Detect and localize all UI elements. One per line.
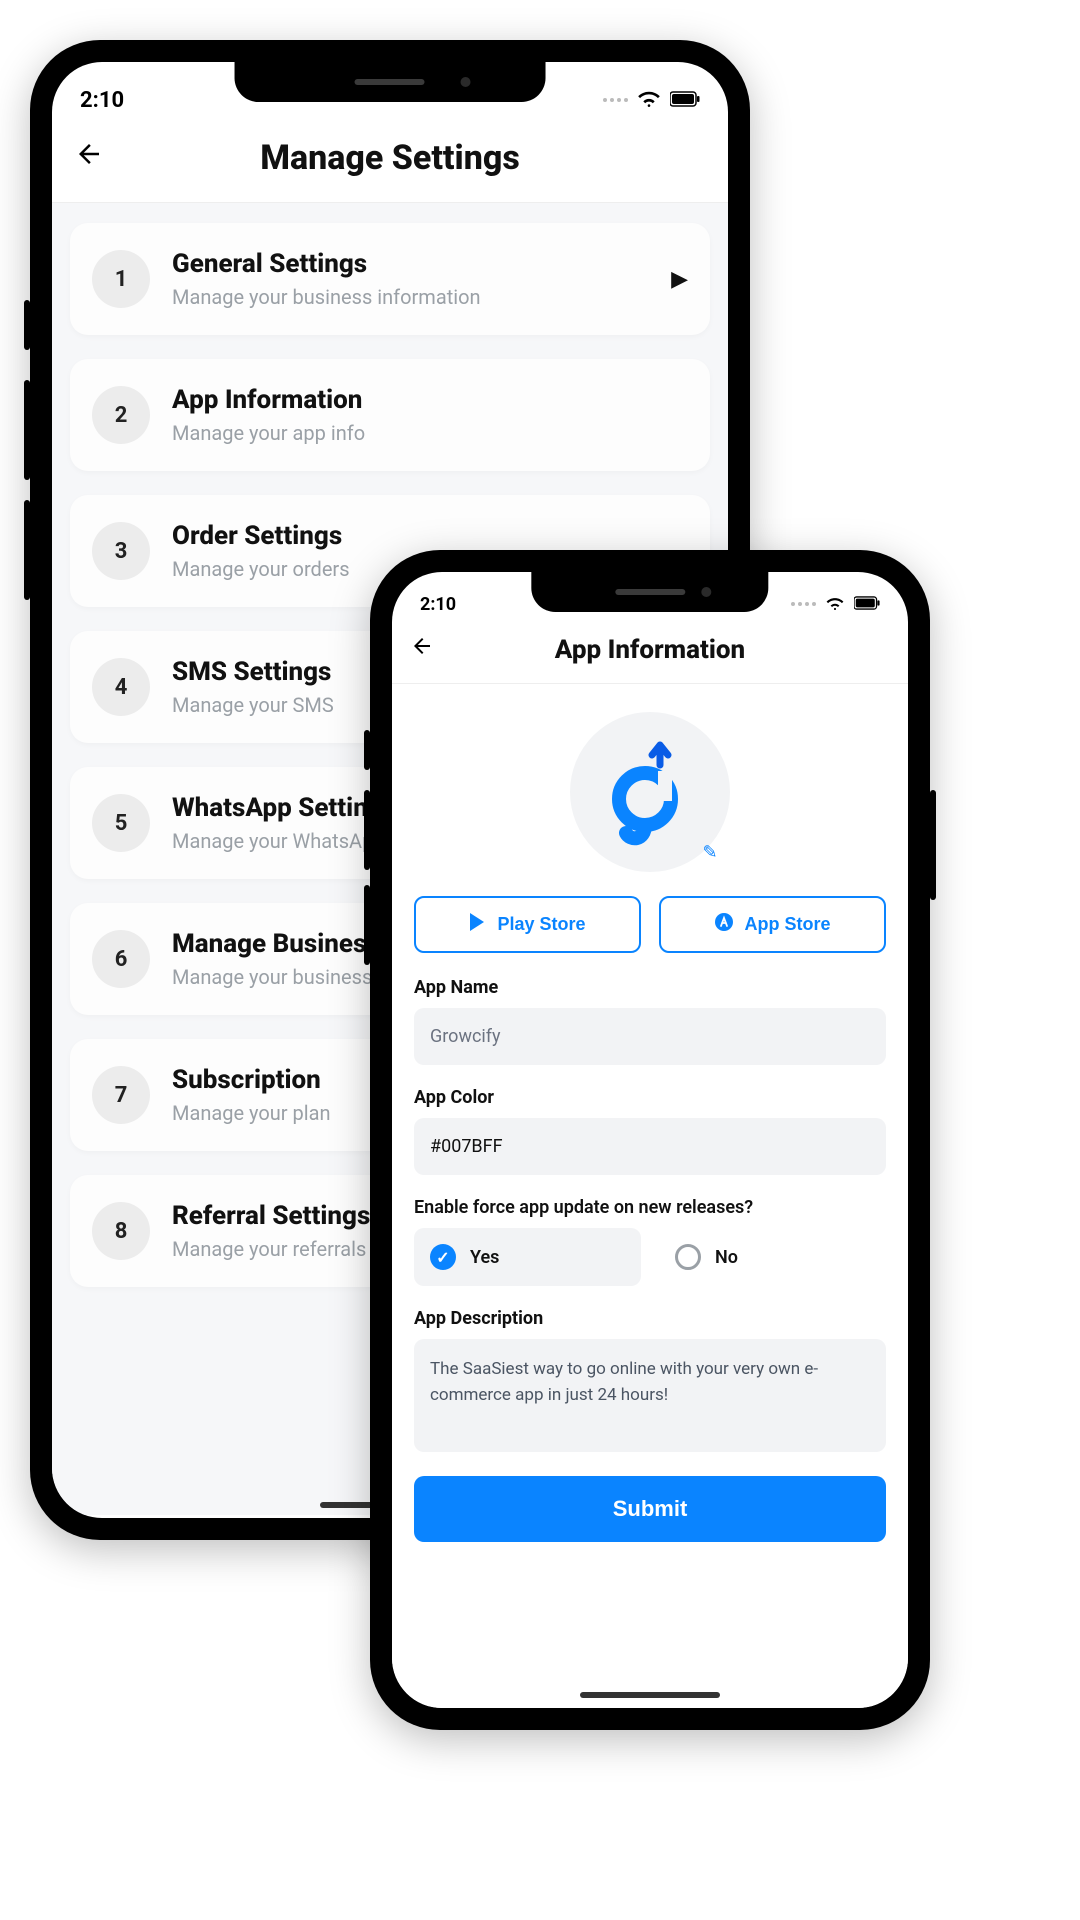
side-button (24, 300, 30, 350)
side-button (930, 790, 936, 900)
item-number: 1 (92, 250, 150, 308)
item-number: 6 (92, 930, 150, 988)
item-title: App Information (172, 385, 688, 415)
notch (235, 62, 546, 102)
chevron-right-icon: ▶ (671, 267, 688, 292)
side-button (364, 730, 370, 770)
battery-icon (670, 88, 700, 113)
side-button (364, 790, 370, 870)
submit-button[interactable]: Submit (414, 1476, 886, 1542)
forceupdate-label: Enable force app update on new releases? (414, 1197, 886, 1218)
item-number: 3 (92, 522, 150, 580)
side-button (24, 380, 30, 480)
item-title: Order Settings (172, 521, 688, 551)
page-title: Manage Settings (74, 138, 706, 178)
item-number: 8 (92, 1202, 150, 1260)
play-store-label: Play Store (497, 914, 585, 935)
home-indicator (580, 1692, 720, 1698)
page-title: App Information (410, 635, 890, 665)
header: Manage Settings (52, 120, 728, 203)
wifi-icon (638, 88, 660, 113)
check-icon: ✓ (430, 1244, 456, 1270)
notch (531, 572, 768, 612)
status-time: 2:10 (420, 594, 456, 615)
play-store-icon (469, 912, 487, 937)
appname-input[interactable] (414, 1008, 886, 1065)
app-store-icon (714, 912, 734, 937)
desc-textarea[interactable] (414, 1339, 886, 1452)
appcolor-label: App Color (414, 1087, 886, 1108)
phone-front: 2:10 App Information (370, 550, 930, 1730)
radio-unchecked-icon (675, 1244, 701, 1270)
radio-yes-label: Yes (470, 1247, 499, 1268)
header: App Information (392, 622, 908, 684)
appinfo-body: ✎ Play Store App Store App Name (392, 684, 908, 1708)
radio-yes[interactable]: ✓ Yes (414, 1228, 641, 1286)
settings-item-general[interactable]: 1 General Settings Manage your business … (70, 223, 710, 335)
play-store-button[interactable]: Play Store (414, 896, 641, 953)
desc-label: App Description (414, 1308, 886, 1329)
item-number: 7 (92, 1066, 150, 1124)
radio-no-label: No (715, 1247, 738, 1268)
item-subtitle: Manage your app info (172, 421, 688, 445)
submit-label: Submit (613, 1496, 688, 1521)
item-number: 5 (92, 794, 150, 852)
side-button (24, 500, 30, 600)
item-number: 2 (92, 386, 150, 444)
app-store-button[interactable]: App Store (659, 896, 886, 953)
item-number: 4 (92, 658, 150, 716)
battery-icon (854, 594, 880, 615)
status-time: 2:10 (80, 88, 124, 113)
settings-item-appinfo[interactable]: 2 App Information Manage your app info (70, 359, 710, 471)
appcolor-input[interactable] (414, 1118, 886, 1175)
item-title: General Settings (172, 249, 649, 279)
radio-no[interactable]: No (659, 1228, 886, 1286)
edit-icon[interactable]: ✎ (696, 838, 724, 866)
app-store-label: App Store (744, 914, 830, 935)
item-subtitle: Manage your business information (172, 285, 649, 309)
side-button (364, 885, 370, 965)
screen: 2:10 App Information (392, 572, 908, 1708)
app-logo[interactable]: ✎ (570, 712, 730, 872)
wifi-icon (826, 594, 844, 615)
appname-label: App Name (414, 977, 886, 998)
